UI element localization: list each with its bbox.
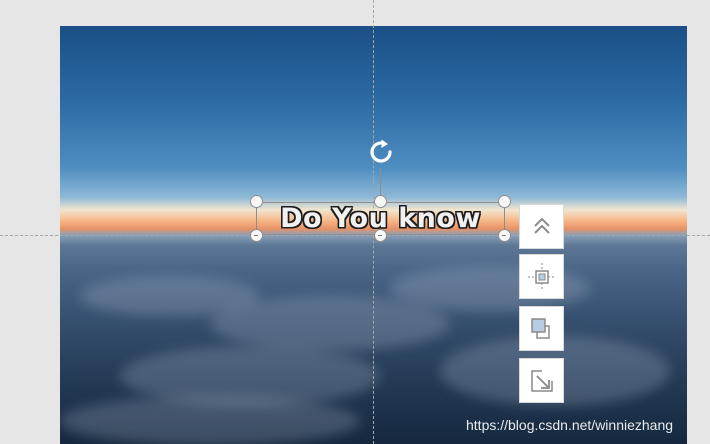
layer-copy-icon: [530, 317, 550, 339]
watermark: https://blog.csdn.net/winniezhang: [466, 417, 674, 433]
rotate-icon: [370, 139, 392, 163]
cloud-texture: [210, 296, 450, 351]
layer-copy-button[interactable]: [519, 306, 564, 351]
resize-button[interactable]: [519, 358, 564, 403]
resize-handle-bottom-left[interactable]: [250, 229, 263, 242]
rotate-handle[interactable]: [365, 136, 397, 168]
horizontal-center-guide: [0, 235, 710, 236]
bring-to-front-icon: [533, 217, 550, 234]
resize-icon: [530, 369, 553, 392]
center-align-button[interactable]: [519, 254, 564, 299]
resize-handle-top-right[interactable]: [498, 195, 511, 208]
resize-handle-bottom-center[interactable]: [374, 229, 387, 242]
bring-to-front-button[interactable]: [519, 204, 564, 249]
cloud-texture: [60, 396, 360, 444]
center-align-icon: [527, 262, 556, 291]
resize-handle-top-left[interactable]: [250, 195, 263, 208]
resize-handle-top-center[interactable]: [374, 195, 387, 208]
resize-handle-bottom-right[interactable]: [498, 229, 511, 242]
